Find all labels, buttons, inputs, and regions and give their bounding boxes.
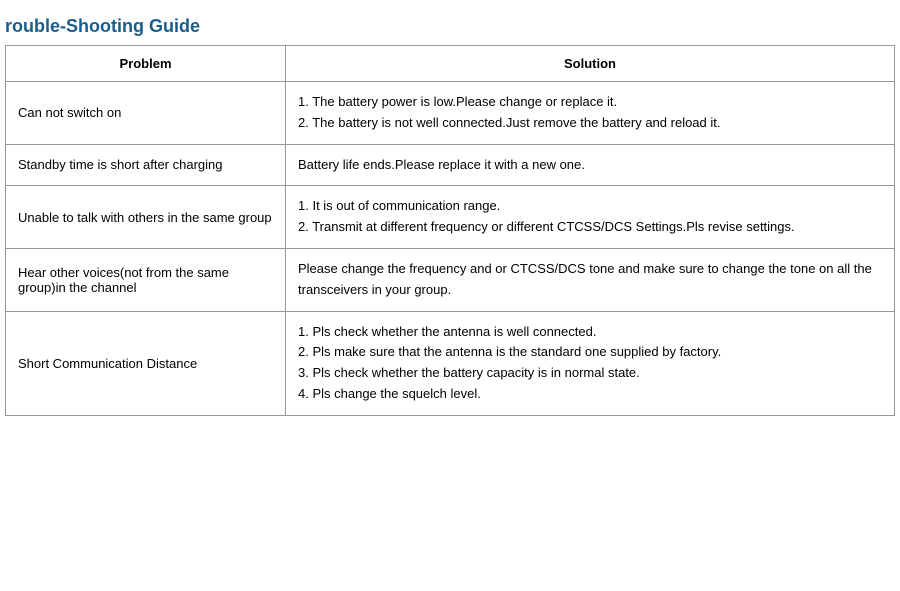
- table-row: Short Communication Distance1. Pls check…: [6, 311, 895, 415]
- problem-cell: Can not switch on: [6, 82, 286, 145]
- col-solution-header: Solution: [286, 46, 895, 82]
- solution-cell: 1. It is out of communication range.2. T…: [286, 186, 895, 249]
- table-row: Unable to talk with others in the same g…: [6, 186, 895, 249]
- page-container: rouble-Shooting Guide Problem Solution C…: [0, 0, 900, 426]
- problem-cell: Standby time is short after charging: [6, 144, 286, 186]
- solution-cell: Please change the frequency and or CTCSS…: [286, 248, 895, 311]
- trouble-table: Problem Solution Can not switch on1. The…: [5, 45, 895, 416]
- solution-cell: 1. Pls check whether the antenna is well…: [286, 311, 895, 415]
- problem-cell: Short Communication Distance: [6, 311, 286, 415]
- table-row: Can not switch on1. The battery power is…: [6, 82, 895, 145]
- problem-cell: Hear other voices(not from the same grou…: [6, 248, 286, 311]
- solution-cell: 1. The battery power is low.Please chang…: [286, 82, 895, 145]
- page-title: rouble-Shooting Guide: [5, 10, 895, 45]
- table-row: Hear other voices(not from the same grou…: [6, 248, 895, 311]
- table-row: Standby time is short after chargingBatt…: [6, 144, 895, 186]
- table-header-row: Problem Solution: [6, 46, 895, 82]
- problem-cell: Unable to talk with others in the same g…: [6, 186, 286, 249]
- solution-cell: Battery life ends.Please replace it with…: [286, 144, 895, 186]
- col-problem-header: Problem: [6, 46, 286, 82]
